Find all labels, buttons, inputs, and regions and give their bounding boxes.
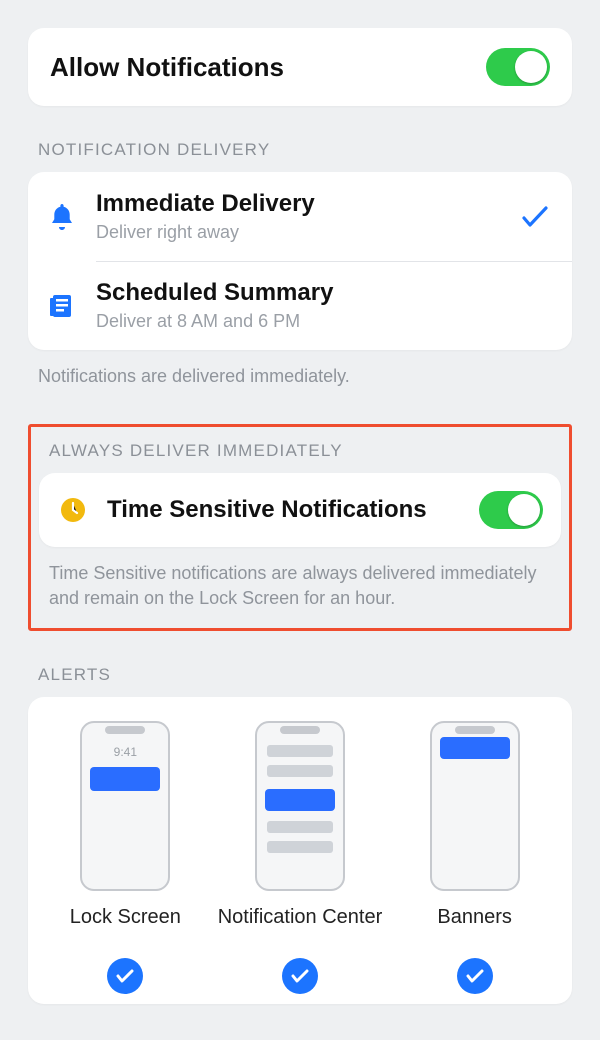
delivery-immediate-sub: Deliver right away: [96, 222, 520, 243]
notification-center-preview: [255, 721, 345, 891]
alerts-card: 9:41 Lock Screen Notification Center Ban…: [28, 697, 572, 1004]
delivery-list: Immediate Delivery Deliver right away Sc…: [28, 172, 572, 350]
alert-option-lock-screen[interactable]: 9:41 Lock Screen: [40, 721, 210, 930]
summary-icon: [44, 293, 80, 319]
checkmark-icon: [520, 206, 550, 228]
delivery-scheduled-title: Scheduled Summary: [96, 279, 520, 307]
alert-option-notification-center[interactable]: Notification Center: [215, 721, 385, 930]
banners-preview: [430, 721, 520, 891]
delivery-row-scheduled[interactable]: Scheduled Summary Deliver at 8 AM and 6 …: [28, 261, 572, 350]
time-sensitive-row[interactable]: Time Sensitive Notifications: [39, 473, 561, 547]
delivery-section-header: NOTIFICATION DELIVERY: [38, 140, 568, 160]
delivery-scheduled-sub: Deliver at 8 AM and 6 PM: [96, 311, 520, 332]
alert-banners-label: Banners: [390, 905, 560, 930]
delivery-row-immediate[interactable]: Immediate Delivery Deliver right away: [28, 172, 572, 261]
clock-icon: [57, 497, 89, 523]
bell-icon: [44, 204, 80, 230]
alert-notification-center-label: Notification Center: [215, 905, 385, 930]
alert-notification-center-check[interactable]: [282, 958, 318, 994]
alert-option-banners[interactable]: Banners: [390, 721, 560, 930]
time-sensitive-header: ALWAYS DELIVER IMMEDIATELY: [49, 441, 557, 461]
lock-screen-time: 9:41: [82, 745, 168, 759]
time-sensitive-toggle[interactable]: [479, 491, 543, 529]
alert-lock-screen-check[interactable]: [107, 958, 143, 994]
alert-banners-check[interactable]: [457, 958, 493, 994]
allow-notifications-label: Allow Notifications: [50, 52, 284, 83]
time-sensitive-footer: Time Sensitive notifications are always …: [49, 561, 551, 610]
alert-lock-screen-label: Lock Screen: [40, 905, 210, 930]
allow-notifications-toggle[interactable]: [486, 48, 550, 86]
allow-notifications-row[interactable]: Allow Notifications: [28, 28, 572, 106]
delivery-footer: Notifications are delivered immediately.: [38, 364, 562, 388]
time-sensitive-title: Time Sensitive Notifications: [107, 496, 479, 524]
time-sensitive-highlight: ALWAYS DELIVER IMMEDIATELY Time Sensitiv…: [28, 424, 572, 631]
alerts-header: ALERTS: [38, 665, 568, 685]
lock-screen-preview: 9:41: [80, 721, 170, 891]
delivery-immediate-title: Immediate Delivery: [96, 190, 520, 218]
